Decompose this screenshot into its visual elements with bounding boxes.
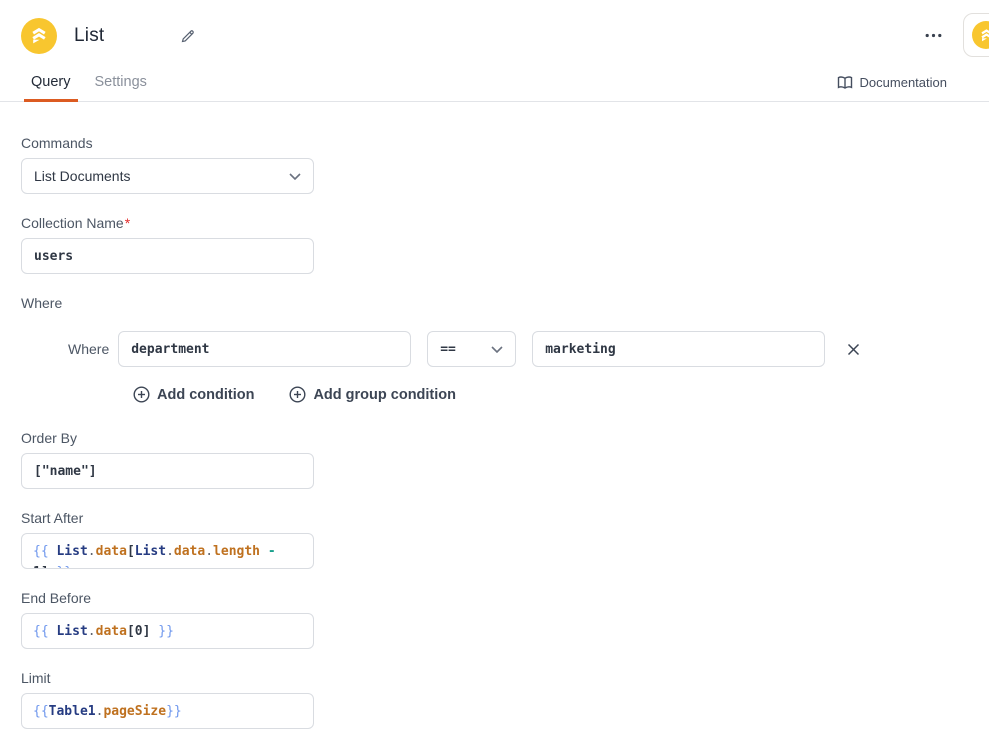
limit-label: Limit — [21, 670, 989, 686]
where-group: Where Where == — [21, 295, 989, 403]
collection-name-input[interactable] — [21, 238, 314, 274]
where-condition-row: Where == — [68, 331, 989, 367]
datasource-logo — [21, 18, 57, 54]
documentation-label: Documentation — [860, 75, 947, 90]
limit-code-input[interactable]: {{Table1.pageSize}} — [21, 693, 314, 729]
where-row-label: Where — [68, 341, 109, 357]
query-header: List — [0, 0, 989, 54]
where-value-input[interactable] — [532, 331, 825, 367]
documentation-link[interactable]: Documentation — [837, 75, 947, 101]
datasource-selector-button[interactable] — [963, 13, 989, 57]
where-actions-row: Add condition Add group condition — [133, 386, 989, 403]
add-group-condition-label: Add group condition — [313, 387, 456, 403]
end-before-code-input[interactable]: {{ List.data[0] }} — [21, 613, 314, 649]
delete-condition-button[interactable] — [843, 339, 864, 360]
chevron-down-icon — [491, 346, 503, 353]
editor-tabbar: Query Settings Documentation — [0, 62, 989, 102]
tab-settings[interactable]: Settings — [88, 62, 154, 101]
add-condition-button[interactable]: Add condition — [133, 386, 254, 403]
tabs: Query Settings — [24, 62, 164, 101]
firestore-icon — [978, 27, 989, 44]
rename-button[interactable] — [180, 28, 196, 44]
where-operator-value: == — [440, 342, 456, 357]
where-label: Where — [21, 295, 989, 311]
start-after-label: Start After — [21, 510, 989, 526]
end-before-label: End Before — [21, 590, 989, 606]
more-options-button[interactable] — [923, 27, 944, 44]
plus-circle-icon — [289, 386, 306, 403]
book-icon — [837, 75, 853, 90]
add-group-condition-button[interactable]: Add group condition — [289, 386, 456, 403]
datasource-logo-small — [972, 21, 989, 49]
order-by-input[interactable] — [21, 453, 314, 489]
pencil-icon — [180, 28, 196, 44]
start-after-code-input[interactable]: {{ List.data[List.data.length -1] }} — [21, 533, 314, 569]
ellipsis-icon — [925, 33, 942, 38]
commands-selected-value: List Documents — [34, 168, 130, 184]
firestore-icon — [28, 25, 50, 47]
required-asterisk: * — [125, 215, 130, 231]
commands-select[interactable]: List Documents — [21, 158, 314, 194]
close-icon — [847, 343, 860, 356]
collection-name-label: Collection Name* — [21, 215, 989, 231]
tab-query[interactable]: Query — [24, 62, 78, 101]
chevron-down-icon — [289, 173, 301, 180]
query-form: Commands List Documents Collection Name*… — [0, 135, 989, 729]
plus-circle-icon — [133, 386, 150, 403]
commands-label: Commands — [21, 135, 989, 151]
where-key-input[interactable] — [118, 331, 411, 367]
order-by-label: Order By — [21, 430, 989, 446]
where-operator-select[interactable]: == — [427, 331, 516, 367]
add-condition-label: Add condition — [157, 387, 254, 403]
page-title: List — [74, 25, 104, 47]
